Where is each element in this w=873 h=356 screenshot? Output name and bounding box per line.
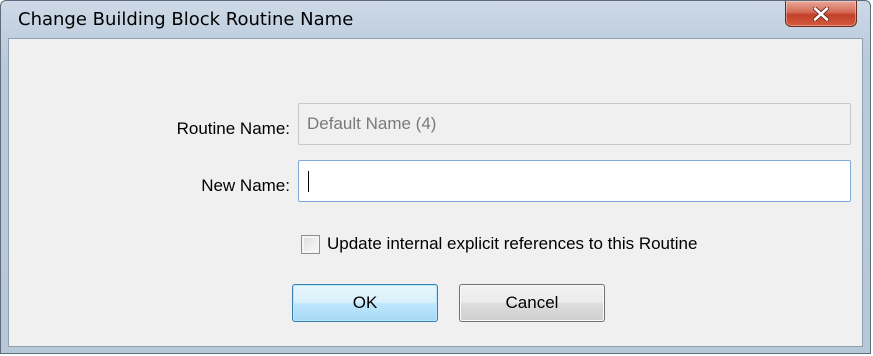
update-references-option[interactable]: Update internal explicit references to t… <box>301 232 697 256</box>
ok-button-label: OK <box>352 293 378 312</box>
title-bar[interactable]: Change Building Block Routine Name <box>1 1 870 38</box>
dialog-title: Change Building Block Routine Name <box>18 9 354 30</box>
update-references-checkbox[interactable] <box>301 234 320 254</box>
routine-name-field: Default Name (4) <box>298 103 851 145</box>
close-x-icon <box>812 6 830 21</box>
new-name-input[interactable] <box>298 160 851 202</box>
cancel-button-label: Cancel <box>505 293 559 312</box>
dialog-body: Routine Name: Default Name (4) New Name:… <box>8 38 863 347</box>
close-button[interactable] <box>785 1 857 27</box>
ok-button[interactable]: OK <box>292 284 438 322</box>
dialog-window: Change Building Block Routine Name Routi… <box>0 0 871 354</box>
new-name-label: New Name: <box>201 176 290 195</box>
text-caret <box>308 171 309 192</box>
routine-name-value: Default Name (4) <box>307 114 437 133</box>
cancel-button[interactable]: Cancel <box>459 284 605 322</box>
routine-name-label: Routine Name: <box>176 119 290 138</box>
update-references-label[interactable]: Update internal explicit references to t… <box>327 234 697 254</box>
